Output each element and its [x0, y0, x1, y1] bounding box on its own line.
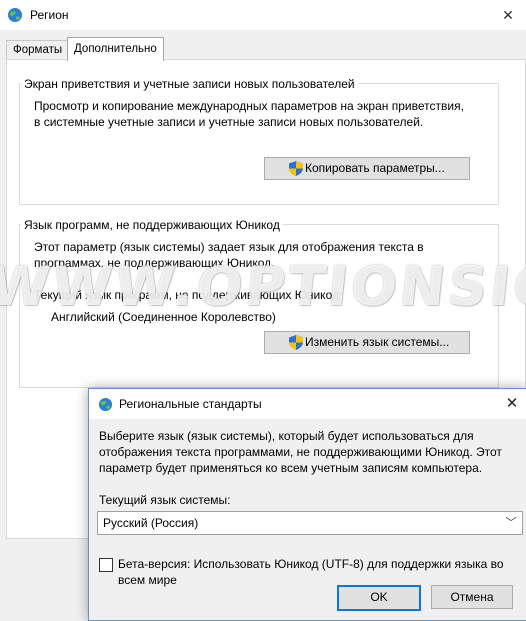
system-locale-select[interactable]: Русский (Россия) ﹀: [97, 511, 523, 535]
copy-settings-label: Копировать параметры...: [305, 161, 445, 175]
close-icon[interactable]: ✕: [499, 392, 525, 416]
close-icon[interactable]: ✕: [495, 4, 521, 26]
dialog-title: Региональные стандарты: [119, 397, 262, 411]
nonunicode-description-line1: Этот параметр (язык системы) задает язык…: [34, 240, 424, 254]
globe-icon: [98, 397, 113, 412]
system-locale-value: Русский (Россия): [103, 516, 199, 530]
welcome-description-line2: в системные учетные записи и учетные зап…: [34, 115, 424, 129]
welcome-group-title: Экран приветствия и учетные записи новых…: [21, 77, 358, 91]
dialog-description-line3: параметр будет применяться ко всем учетн…: [99, 461, 483, 475]
dialog-description-line2: отображения текста программами, не подде…: [99, 445, 502, 459]
beta-utf8-checkbox[interactable]: [99, 558, 113, 572]
globe-icon: [8, 8, 22, 22]
window-title: Регион: [30, 8, 69, 22]
tab-advanced[interactable]: Дополнительно: [67, 37, 164, 61]
regional-settings-dialog: Региональные стандарты ✕ Выберите язык (…: [88, 388, 526, 621]
cancel-button[interactable]: Отмена: [431, 585, 513, 609]
system-locale-label: Текущий язык системы:: [99, 493, 231, 507]
dialog-description-line1: Выберите язык (язык системы), который бу…: [99, 429, 474, 443]
uac-shield-icon: [289, 161, 303, 176]
change-system-locale-label: Изменить язык системы...: [305, 335, 450, 349]
beta-utf8-label-line1: Бета-версия: Использовать Юникод (UTF-8)…: [118, 557, 504, 571]
beta-utf8-label-line2: всем мире: [118, 573, 177, 587]
ok-button[interactable]: OK: [337, 585, 421, 611]
change-system-locale-button[interactable]: Изменить язык системы...: [264, 331, 470, 354]
uac-shield-icon: [289, 335, 303, 350]
watermark: WWW.OPTIONSIGNALS.COM: [0, 255, 526, 318]
tab-formats[interactable]: Форматы: [6, 40, 70, 61]
welcome-description-line1: Просмотр и копирование международных пар…: [34, 99, 464, 113]
chevron-down-icon: ﹀: [505, 517, 517, 529]
title-bar: Регион ✕: [0, 0, 526, 30]
dialog-title-bar: Региональные стандарты ✕: [89, 389, 526, 419]
copy-settings-button[interactable]: Копировать параметры...: [264, 157, 470, 180]
nonunicode-group-title: Язык программ, не поддерживающих Юникод: [21, 218, 283, 232]
